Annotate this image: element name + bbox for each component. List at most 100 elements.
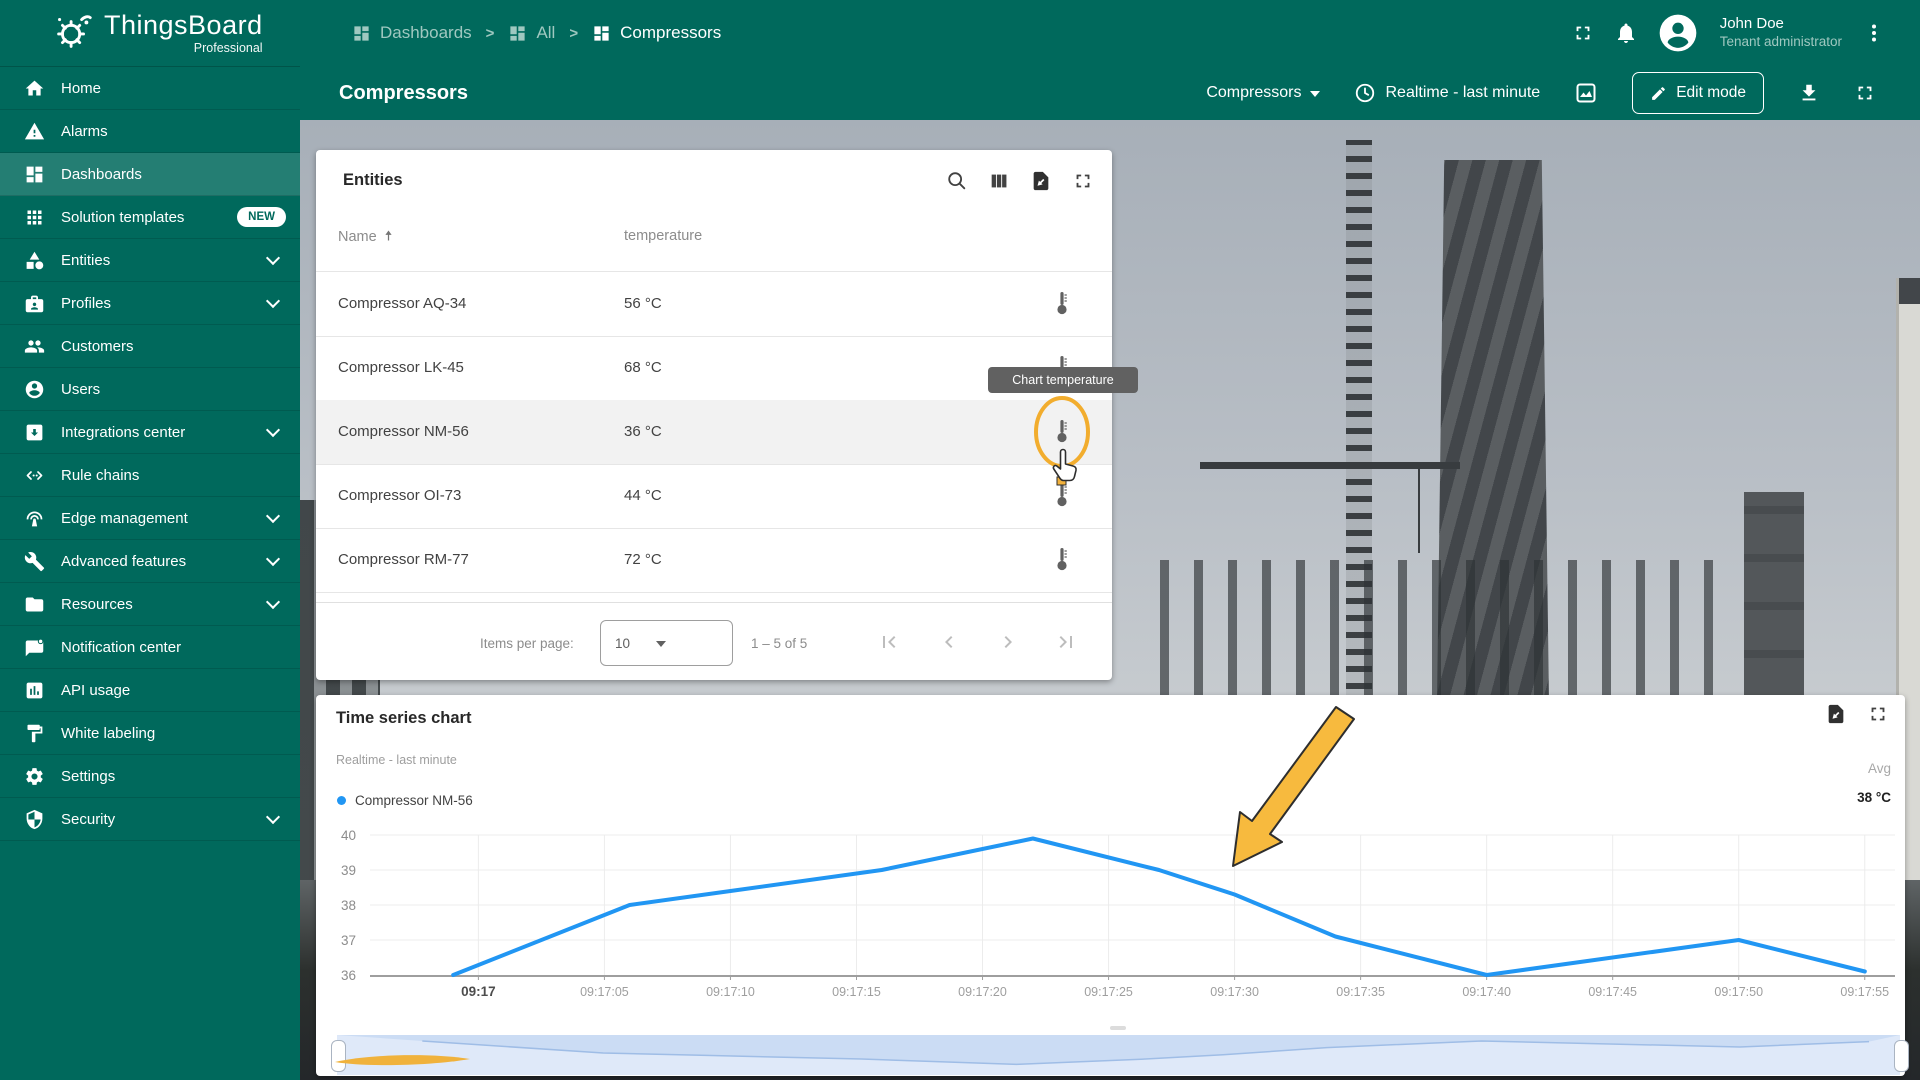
columns-icon[interactable] (988, 170, 1010, 192)
avatar[interactable] (1658, 13, 1698, 53)
table-row[interactable]: Compressor OI-73 44 °C (316, 464, 1112, 529)
svg-text:40: 40 (341, 828, 356, 843)
dashboard-image-icon[interactable] (1574, 81, 1598, 105)
table-row-selected[interactable]: Compressor NM-56 36 °C (316, 400, 1112, 465)
cell-name: Compressor OI-73 (338, 487, 462, 504)
chart-temperature-action-icon[interactable] (1050, 546, 1074, 574)
clock-icon (1356, 83, 1375, 103)
app-edition: Professional (193, 40, 263, 55)
new-badge: NEW (237, 207, 286, 227)
sidebar-item-label: Integrations center (61, 423, 186, 441)
sidebar-item-home[interactable]: Home (0, 67, 300, 110)
sidebar-item-settings[interactable]: Settings (0, 755, 300, 798)
sidebar-item-rule-chains[interactable]: Rule chains (0, 454, 300, 497)
thingsboard-app: ThingsBoard Professional Home Alarms Das… (0, 0, 1920, 1080)
advanced-features-icon (24, 551, 45, 571)
sidebar-item-label: Edge management (61, 509, 188, 527)
security-icon (26, 809, 43, 829)
breadcrumb-separator: > (485, 24, 495, 42)
breadcrumb-all[interactable]: All (508, 23, 555, 43)
sidebar-item-alarms[interactable]: Alarms (0, 110, 300, 153)
navigator-left-handle[interactable] (331, 1040, 346, 1072)
search-icon[interactable] (946, 170, 968, 192)
fullscreen-icon[interactable] (1572, 22, 1594, 44)
table-row[interactable]: Compressor RM-77 72 °C (316, 528, 1112, 593)
edge-management-icon (26, 511, 43, 526)
chevron-down-icon (265, 594, 281, 610)
breadcrumb-dashboards[interactable]: Dashboards (352, 23, 472, 43)
entities-widget: Entities Name temperature Compressor AQ-… (316, 150, 1138, 680)
sidebar-item-users[interactable]: Users (0, 368, 300, 411)
chevron-down-icon (265, 809, 281, 825)
sidebar-item-customers[interactable]: Customers (0, 325, 300, 368)
chevron-down-icon (1310, 91, 1321, 97)
navigator-grip[interactable] (1110, 1026, 1126, 1030)
sidebar-item-resources[interactable]: Resources (0, 583, 300, 626)
column-header-temperature[interactable]: temperature (624, 228, 702, 244)
profiles-icon (25, 295, 44, 312)
navigator-right-handle[interactable] (1894, 1040, 1909, 1072)
cell-temperature: 72 °C (624, 551, 662, 568)
next-page-icon[interactable] (996, 630, 1020, 654)
fullscreen-icon[interactable] (1072, 170, 1094, 192)
sidebar-item-integrations-center[interactable]: Integrations center (0, 411, 300, 454)
svg-text:09:17:50: 09:17:50 (1714, 985, 1763, 999)
svg-text:09:17:30: 09:17:30 (1210, 985, 1259, 999)
action-tooltip: Chart temperature (988, 367, 1138, 393)
pencil-icon (1652, 86, 1666, 100)
user-info[interactable]: John Doe Tenant administrator (1720, 15, 1842, 51)
sidebar-item-notification-center[interactable]: Notification center (0, 626, 300, 669)
svg-text:39: 39 (341, 863, 356, 878)
download-icon[interactable] (1798, 82, 1820, 104)
svg-text:09:17: 09:17 (461, 984, 496, 999)
resources-icon (25, 597, 44, 611)
chevron-down-icon (265, 250, 281, 266)
sidebar-item-entities[interactable]: Entities (0, 239, 300, 282)
chart-temperature-action-icon[interactable] (1050, 418, 1074, 446)
previous-page-icon[interactable] (937, 630, 961, 654)
chart-temperature-action-icon[interactable] (1050, 482, 1074, 510)
chevron-down-icon (265, 293, 281, 309)
notifications-bell-icon[interactable] (1614, 21, 1638, 45)
sidebar-item-solution-templates[interactable]: Solution templates NEW (0, 196, 300, 239)
svg-text:09:17:20: 09:17:20 (958, 985, 1007, 999)
sidebar-item-label: Dashboards (61, 165, 142, 183)
first-page-icon[interactable] (877, 630, 901, 654)
sidebar-item-label: Customers (61, 337, 134, 355)
cell-name: Compressor RM-77 (338, 551, 469, 568)
timewindow-button[interactable]: Realtime - last minute (1354, 82, 1540, 104)
rule-chains-icon (26, 470, 43, 480)
svg-text:09:17:05: 09:17:05 (580, 985, 629, 999)
page-title: Compressors (339, 81, 468, 104)
cell-temperature: 44 °C (624, 487, 662, 504)
sidebar-item-api-usage[interactable]: API usage (0, 669, 300, 712)
dashboard-state-select[interactable]: Compressors (1206, 84, 1321, 102)
chart-temperature-action-icon[interactable] (1050, 290, 1074, 318)
export-icon[interactable] (1030, 170, 1052, 192)
breadcrumb-compressors[interactable]: Compressors (592, 23, 721, 43)
dashboard-icon (594, 25, 609, 41)
white-labeling-icon (27, 724, 43, 742)
svg-text:09:17:15: 09:17:15 (832, 985, 881, 999)
fullscreen-icon[interactable] (1854, 82, 1876, 104)
sidebar-item-white-labeling[interactable]: White labeling (0, 712, 300, 755)
sidebar-item-advanced-features[interactable]: Advanced features (0, 540, 300, 583)
cell-name: Compressor NM-56 (338, 423, 469, 440)
app-name: ThingsBoard (104, 9, 263, 40)
sidebar-item-profiles[interactable]: Profiles (0, 282, 300, 325)
solution-templates-icon (27, 210, 42, 224)
column-header-name[interactable]: Name (338, 228, 396, 245)
svg-text:09:17:45: 09:17:45 (1588, 985, 1637, 999)
page-size-select[interactable]: 10 (600, 620, 733, 666)
edit-mode-button[interactable]: Edit mode (1632, 72, 1764, 114)
chevron-down-icon (265, 508, 281, 524)
sidebar-item-label: Settings (61, 767, 116, 785)
time-series-chart[interactable]: 36 37 38 39 40 09:17 09:17:05 09:17:10 09:17:15 0… (316, 695, 1905, 1076)
sidebar-item-dashboards[interactable]: Dashboards (0, 153, 300, 196)
last-page-icon[interactable] (1054, 630, 1078, 654)
more-options-icon[interactable] (1862, 21, 1886, 45)
sidebar-item-edge-management[interactable]: Edge management (0, 497, 300, 540)
sidebar-item-security[interactable]: Security (0, 798, 300, 841)
app-logo[interactable]: ThingsBoard Professional (0, 0, 300, 67)
table-row[interactable]: Compressor AQ-34 56 °C (316, 272, 1112, 337)
